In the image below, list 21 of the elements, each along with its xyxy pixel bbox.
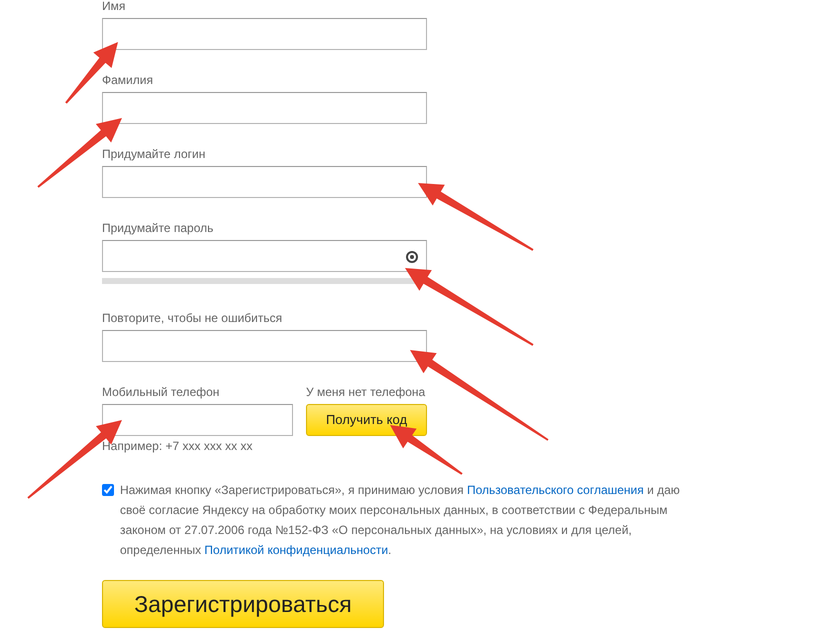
field-label: Мобильный телефон [102, 384, 220, 400]
input-field[interactable] [102, 18, 427, 50]
eye-icon[interactable] [406, 251, 418, 263]
checkbox[interactable] [102, 484, 114, 496]
field-label: Повторите, чтобы не ошибиться [102, 310, 282, 326]
input-field[interactable] [102, 404, 293, 436]
field-label: Придумайте пароль [102, 220, 214, 236]
field-label: Придумайте логин [102, 146, 206, 162]
input-field[interactable] [102, 240, 427, 272]
get-code-button[interactable]: Получить код [306, 404, 427, 436]
agreement-text: Нажимая кнопку «Зарегистрироваться», я принимаю условия Пользовательского соглашения и даю своё согласие Яндексу на обработку моих персональных данных, в соответствии с Федеральным законом от 27.07.2006 года №152-ФЗ «О персональных данных», на условиях и для целей, определенных Политикой конфиденциальности. [120, 482, 681, 559]
field-label: Имя [102, 0, 126, 14]
agreement-link[interactable]: Пользовательского соглашения [466, 483, 644, 497]
field-label: Фамилия [102, 72, 153, 88]
input-field[interactable] [102, 166, 427, 198]
input-field[interactable] [102, 92, 427, 124]
hint-text: Например: +7 xxx xxx xx xx [102, 438, 252, 454]
register-button[interactable]: Зарегистрироваться [102, 580, 384, 628]
no-phone-link[interactable]: У меня нет телефона [306, 384, 426, 400]
input-field[interactable] [102, 330, 427, 362]
agreement-link[interactable]: Политикой конфиденциальности [204, 543, 388, 557]
